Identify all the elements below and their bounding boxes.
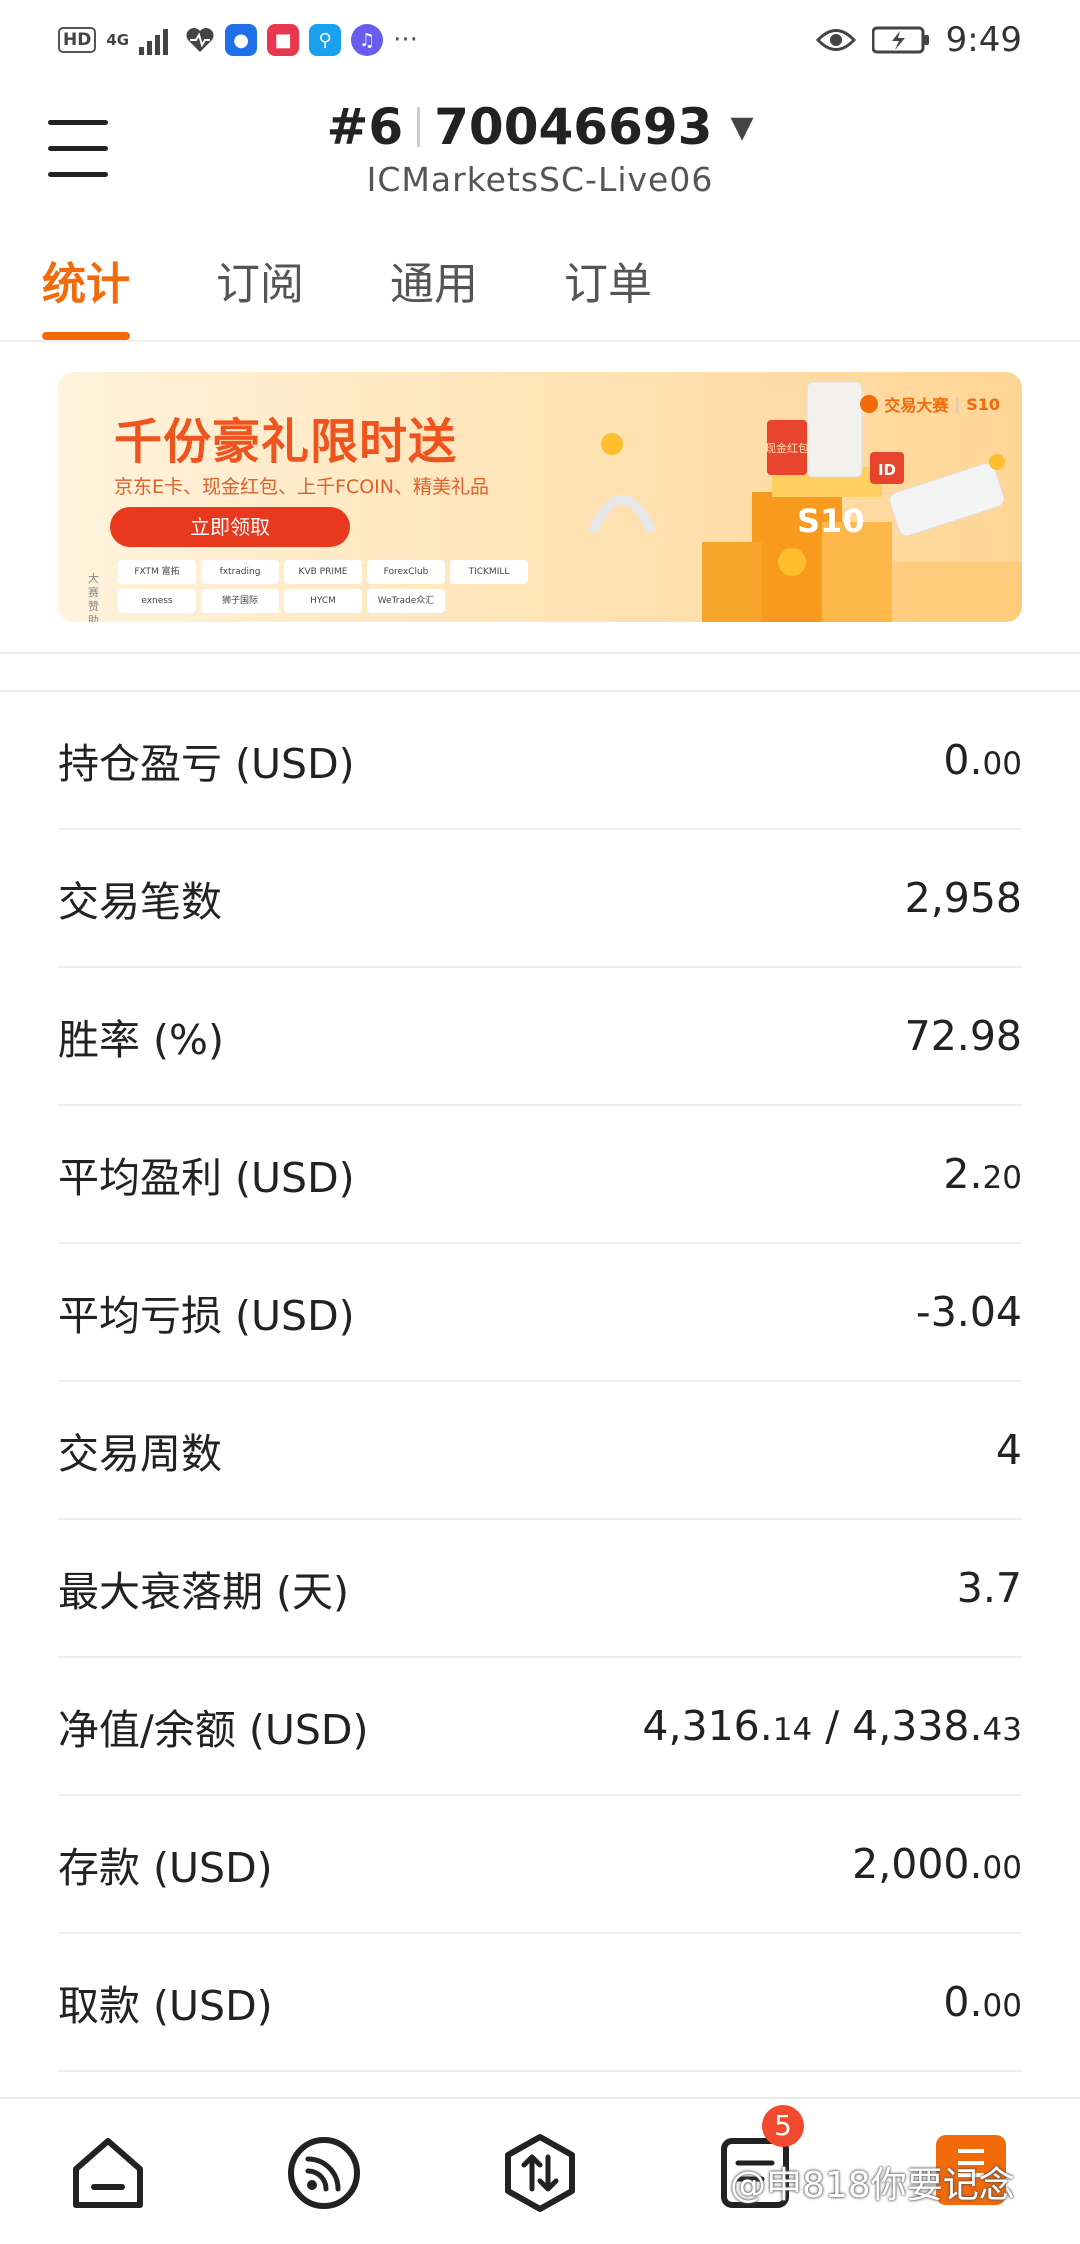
health-icon xyxy=(186,28,214,52)
tab-orders[interactable]: 订单 xyxy=(564,240,652,340)
banner-subtitle: 京东E卡、现金红包、上千FCOIN、精美礼品 xyxy=(114,476,489,498)
more-notifications-icon: ··· xyxy=(393,25,418,55)
contest-season-tag: S10 xyxy=(966,394,1000,414)
sponsor-logo: ForexClub xyxy=(367,560,445,584)
stat-label: 存款 (USD) xyxy=(58,1844,273,1892)
account-number: 70046693 xyxy=(434,98,713,156)
sponsor-logos: FXTM 富拓 fxtrading KVB PRIME ForexClub TI… xyxy=(118,560,538,613)
tab-statistics[interactable]: 统计 xyxy=(42,240,130,340)
divider xyxy=(417,107,421,147)
account-index: #6 xyxy=(326,98,404,156)
stat-label: 持仓盈亏 (USD) xyxy=(58,740,355,788)
stat-value: 4 xyxy=(995,1426,1022,1474)
app-music-icon: ♫ xyxy=(351,24,384,56)
gift-envelope-text: 现金红包 xyxy=(765,441,809,455)
chevron-down-icon[interactable]: ▼ xyxy=(730,110,753,145)
sponsor-logo: WeTrade众汇 xyxy=(367,589,445,613)
notification-badge: 5 xyxy=(762,2105,804,2147)
stat-row-avg-profit: 平均盈利 (USD) 2.20 xyxy=(58,1106,1022,1244)
stat-row-win-rate: 胜率 (%) 72.98 xyxy=(58,968,1022,1106)
app-book-icon: ■ xyxy=(267,24,300,56)
stat-label: 净值/余额 (USD) xyxy=(58,1706,369,1754)
stat-row-trading-weeks: 交易周数 4 xyxy=(58,1382,1022,1520)
sponsor-logo: HYCM xyxy=(284,589,362,613)
stat-label: 取款 (USD) xyxy=(58,1982,273,2030)
claim-button[interactable]: 立即领取 xyxy=(110,507,350,547)
stat-row-trade-count: 交易笔数 2,958 xyxy=(58,830,1022,968)
contest-brand: 交易大赛 | S10 xyxy=(860,392,1000,416)
stat-value: 2,000.00 xyxy=(852,1840,1022,1888)
clock: 9:49 xyxy=(945,20,1022,60)
stat-row-avg-loss: 平均亏损 (USD) -3.04 xyxy=(58,1244,1022,1382)
home-icon[interactable] xyxy=(68,2133,148,2213)
sponsor-logo: TICKMILL xyxy=(450,560,528,584)
stat-row-equity-balance: 净值/余额 (USD) 4,316.14 / 4,338.43 xyxy=(58,1658,1022,1796)
network-type: 4G xyxy=(106,30,130,49)
stat-value: 2.20 xyxy=(943,1150,1022,1198)
sponsor-logo: 狮子国际 xyxy=(201,589,279,613)
signal-icon xyxy=(139,29,169,55)
sponsor-logo: FXTM 富拓 xyxy=(118,560,196,584)
stat-label: 平均亏损 (USD) xyxy=(58,1292,355,1340)
stat-label: 最大衰落期 (天) xyxy=(58,1568,350,1616)
sponsor-logo: KVB PRIME xyxy=(284,560,362,584)
banner-title: 千份豪礼限时送 xyxy=(114,414,458,470)
watermark: @申818你要记念 xyxy=(730,2165,1015,2206)
sponsor-logo: fxtrading xyxy=(201,560,279,584)
gift-box-text: S10 xyxy=(797,502,865,540)
account-server: ICMarketsSC-Live06 xyxy=(366,160,714,199)
app-bulb-icon: ● xyxy=(225,24,258,56)
divider xyxy=(0,652,1080,654)
sponsor-logo: exness xyxy=(118,589,196,613)
battery-charging-icon xyxy=(871,26,929,54)
status-bar: HD 4G ● ■ ⚲ ♫ ··· 9:49 xyxy=(0,0,1080,80)
stat-value: 72.98 xyxy=(904,1012,1022,1060)
trade-icon[interactable] xyxy=(500,2133,580,2213)
stat-label: 交易笔数 xyxy=(58,878,222,926)
stat-value: -3.04 xyxy=(915,1288,1022,1336)
hd-indicator: HD xyxy=(58,27,97,53)
contest-logo-icon xyxy=(860,395,879,413)
eye-icon xyxy=(815,29,856,51)
stats-list: 持仓盈亏 (USD) 0.00 交易笔数 2,958 胜率 (%) 72.98 … xyxy=(0,692,1080,2072)
stat-value: 3.7 xyxy=(956,1564,1022,1612)
stat-row-withdrawals: 取款 (USD) 0.00 xyxy=(58,1934,1022,2072)
tab-subscription[interactable]: 订阅 xyxy=(216,240,304,340)
stat-row-deposits: 存款 (USD) 2,000.00 xyxy=(58,1796,1022,1934)
stat-label: 平均盈利 (USD) xyxy=(58,1154,355,1202)
stat-row-floating-pnl: 持仓盈亏 (USD) 0.00 xyxy=(58,692,1022,830)
tab-bar: 统计 订阅 通用 订单 xyxy=(0,240,1080,342)
stat-label: 交易周数 xyxy=(58,1430,222,1478)
sponsor-label: 大赛赞助 xyxy=(88,572,99,622)
app-header: #6 70046693 ▼ ICMarketsSC-Live06 xyxy=(0,80,1080,230)
stat-value: 0.00 xyxy=(943,736,1022,784)
stat-value: 0.00 xyxy=(943,1978,1022,2026)
account-selector[interactable]: #6 70046693 ▼ ICMarketsSC-Live06 xyxy=(0,98,1080,199)
tab-general[interactable]: 通用 xyxy=(390,240,478,340)
stat-value: 2,958 xyxy=(904,874,1022,922)
stat-value: 4,316.14 / 4,338.43 xyxy=(642,1702,1022,1750)
contest-brand-label: 交易大赛 xyxy=(884,396,949,415)
stat-row-max-drawdown-period: 最大衰落期 (天) 3.7 xyxy=(58,1520,1022,1658)
promo-banner[interactable]: 现金红包 ID S10 交易大赛 | S10 千份豪礼限时送 京东E卡、现金红包… xyxy=(58,372,1022,622)
app-search-icon: ⚲ xyxy=(309,24,342,56)
feed-icon[interactable] xyxy=(284,2133,364,2213)
gift-card-text: ID xyxy=(878,461,896,479)
stat-label: 胜率 (%) xyxy=(58,1016,224,1064)
